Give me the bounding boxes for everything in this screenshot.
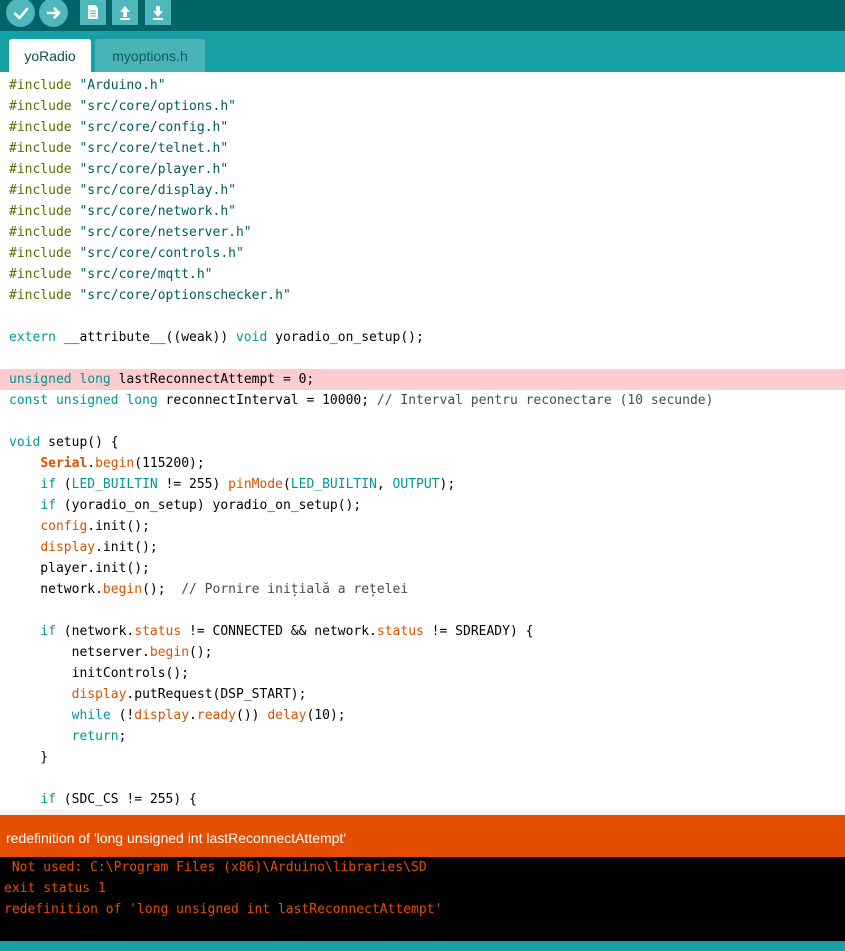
error-code-line[interactable]: unsigned long lastReconnectAttempt = 0; [0, 369, 845, 390]
code-line[interactable]: #include "src/core/controls.h" [0, 243, 845, 264]
code-line[interactable]: #include "src/core/player.h" [0, 159, 845, 180]
error-message: redefinition of 'long unsigned int lastR… [6, 830, 346, 846]
code-line[interactable]: } [0, 747, 845, 768]
tab-yoradio[interactable]: yoRadio [9, 39, 91, 72]
console-line: Not used: C:\Program Files (x86)\Arduino… [4, 860, 427, 875]
document-icon [88, 5, 98, 19]
code-line[interactable]: void setup() { [0, 432, 845, 453]
code-line[interactable]: if (network.status != CONNECTED && netwo… [0, 621, 845, 642]
code-line[interactable]: #include "Arduino.h" [0, 75, 845, 96]
code-line[interactable]: #include "src/core/netserver.h" [0, 222, 845, 243]
code-line[interactable] [0, 600, 845, 621]
code-line[interactable]: network.begin(); // Pornire inițială a r… [0, 579, 845, 600]
code-line[interactable]: display.init(); [0, 537, 845, 558]
code-line[interactable]: #include "src/core/network.h" [0, 201, 845, 222]
code-line[interactable]: display.putRequest(DSP_START); [0, 684, 845, 705]
upload-button[interactable] [39, 0, 68, 27]
console-line: exit status 1 [4, 881, 106, 896]
code-line[interactable]: return; [0, 726, 845, 747]
code-line[interactable]: #include "src/core/optionschecker.h" [0, 285, 845, 306]
code-line[interactable]: extern __attribute__((weak)) void yoradi… [0, 327, 845, 348]
code-line[interactable]: #include "src/core/display.h" [0, 180, 845, 201]
code-line[interactable]: if (yoradio_on_setup) yoradio_on_setup()… [0, 495, 845, 516]
code-line[interactable] [0, 306, 845, 327]
code-line[interactable]: initControls(); [0, 663, 845, 684]
code-line[interactable]: netserver.begin(); [0, 642, 845, 663]
tab-myoptions[interactable]: myoptions.h [95, 39, 205, 72]
code-line[interactable]: #include "src/core/mqtt.h" [0, 264, 845, 285]
code-line[interactable]: player.init(); [0, 558, 845, 579]
save-button[interactable] [145, 0, 171, 25]
code-editor[interactable]: #include "Arduino.h" #include "src/core/o… [0, 72, 845, 810]
code-line[interactable]: #include "src/core/config.h" [0, 117, 845, 138]
arrow-down-icon [153, 6, 163, 20]
code-line[interactable]: #include "src/core/telnet.h" [0, 138, 845, 159]
arrow-up-icon [120, 6, 130, 20]
code-line[interactable]: if (SDC_CS != 255) { [0, 789, 845, 810]
console-output[interactable]: Not used: C:\Program Files (x86)\Arduino… [0, 857, 845, 941]
open-button[interactable] [112, 0, 138, 25]
error-status-bar: redefinition of 'long unsigned int lastR… [0, 815, 845, 857]
code-line[interactable]: const unsigned long reconnectInterval = … [0, 390, 845, 411]
code-line[interactable] [0, 768, 845, 789]
checkmark-icon [13, 7, 28, 19]
code-line[interactable]: while (!display.ready()) delay(10); [0, 705, 845, 726]
code-line[interactable]: config.init(); [0, 516, 845, 537]
code-line[interactable]: if (LED_BUILTIN != 255) pinMode(LED_BUIL… [0, 474, 845, 495]
code-line[interactable] [0, 411, 845, 432]
code-line[interactable] [0, 348, 845, 369]
footer-bar [0, 941, 845, 951]
console-line: redefinition of 'long unsigned int lastR… [4, 902, 443, 917]
toolbar [0, 0, 845, 31]
verify-button[interactable] [6, 0, 35, 27]
code-line[interactable]: #include "src/core/options.h" [0, 96, 845, 117]
code-line[interactable]: Serial.begin(115200); [0, 453, 845, 474]
arrow-right-icon [46, 6, 60, 19]
new-button[interactable] [80, 0, 106, 25]
tab-bar: yoRadio myoptions.h [0, 31, 845, 72]
